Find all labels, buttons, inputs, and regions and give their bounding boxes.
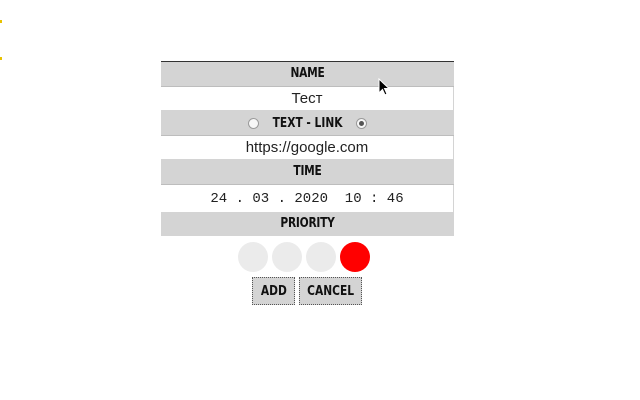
link-radio[interactable] — [356, 117, 368, 129]
link-input[interactable]: https://google.com — [161, 136, 454, 160]
priority-dot-1[interactable] — [238, 242, 268, 272]
time-label: TIME — [187, 160, 428, 184]
time-input[interactable]: 24 . 03 . 2020 10 : 46 — [161, 185, 454, 212]
name-header: NAME — [161, 62, 454, 87]
priority-dot-2[interactable] — [272, 242, 302, 272]
priority-selector — [238, 242, 370, 272]
priority-dot-4[interactable] — [340, 242, 370, 272]
cancel-button-label: CANCEL — [307, 284, 354, 299]
priority-label: PRIORITY — [187, 212, 428, 236]
text-radio[interactable] — [247, 117, 259, 129]
add-button-label: ADD — [260, 284, 287, 299]
priority-header: PRIORITY — [161, 212, 454, 236]
mouse-pointer-icon — [378, 78, 391, 96]
add-button[interactable]: ADD — [252, 277, 295, 305]
time-header: TIME — [161, 160, 454, 185]
edge-mark-bottom — [0, 57, 2, 60]
cancel-button[interactable]: CANCEL — [299, 277, 362, 305]
name-input[interactable]: Тест — [161, 87, 454, 111]
entry-form: NAME Тест TEXT - LINK https://google.com… — [161, 61, 454, 236]
edge-mark-top — [0, 20, 2, 23]
form-actions: ADD CANCEL — [252, 277, 362, 305]
type-label: TEXT - LINK — [272, 115, 343, 131]
type-selector: TEXT - LINK — [161, 111, 454, 136]
priority-dot-3[interactable] — [306, 242, 336, 272]
